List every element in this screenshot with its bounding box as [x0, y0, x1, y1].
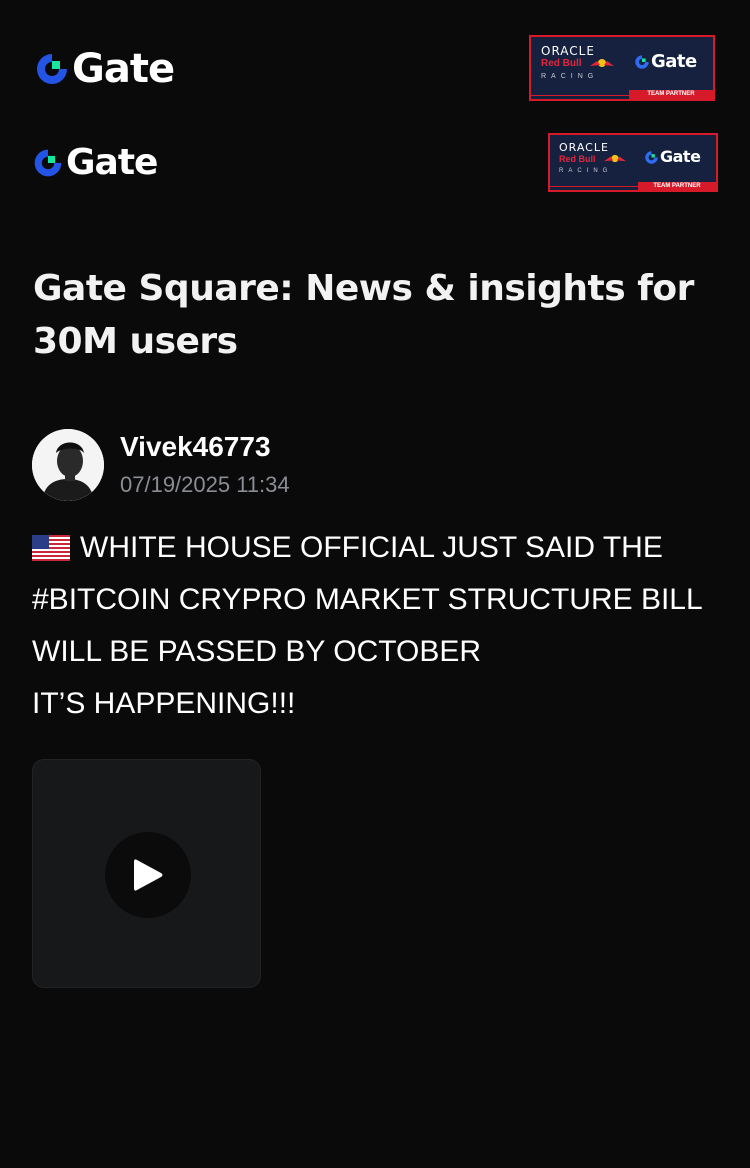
gate-logo-icon [34, 149, 62, 177]
partner-gate-text: Gate [660, 147, 701, 166]
red-bull-icon [604, 154, 626, 163]
post-body: WHITE HOUSE OFFICIAL JUST SAID THE #BITC… [32, 522, 732, 730]
post-line-1: WHITE HOUSE OFFICIAL JUST SAID THE [32, 522, 732, 574]
partner-gate-icon [645, 150, 658, 164]
partner-gate-icon [635, 55, 649, 69]
author-name[interactable]: Vivek46773 [120, 430, 290, 464]
post-text-line: IT’S HAPPENING!!! [32, 687, 296, 720]
partner-gate-logo: Gate [634, 53, 697, 71]
avatar[interactable] [32, 429, 104, 501]
gate-logo-text: Gate [72, 46, 175, 92]
post-text-line: WHITE HOUSE OFFICIAL JUST SAID THE [80, 531, 663, 564]
partner-gate-text: Gate [651, 51, 697, 72]
oracle-wordmark: ORACLE [559, 141, 609, 154]
video-thumbnail[interactable] [32, 759, 261, 988]
play-icon [134, 859, 163, 891]
post-text-line: WILL BE PASSED BY OCTOBER [32, 635, 482, 668]
red-bull-wordmark: Red Bull [541, 58, 582, 69]
gate-logo[interactable]: Gate [32, 142, 158, 183]
author-meta: Vivek46773 07/19/2025 11:34 [120, 430, 290, 500]
red-bull-wordmark: Red Bull [559, 154, 596, 164]
ribbon-line [550, 186, 640, 187]
team-partner-badge: ORACLE Red Bull RACING Gate TEAM PARTNER [529, 35, 715, 101]
post-line-4: IT’S HAPPENING!!! [32, 678, 732, 730]
oracle-wordmark: ORACLE [541, 44, 595, 58]
racing-wordmark: RACING [541, 73, 599, 80]
red-bull-icon [590, 59, 614, 67]
gate-logo[interactable]: Gate [34, 46, 175, 92]
post-timestamp: 07/19/2025 11:34 [120, 472, 290, 497]
page: Gate ORACLE Red Bull RACING Gate TEAM PA… [0, 0, 750, 1168]
post-line-2: #BITCOIN CRYPRO MARKET STRUCTURE BILL [32, 574, 732, 626]
partner-gate-logo: Gate [644, 147, 701, 166]
team-partner-badge: ORACLE Red Bull RACING Gate TEAM PARTNER [548, 133, 718, 192]
racing-wordmark: RACING [559, 168, 613, 174]
team-partner-ribbon: TEAM PARTNER [629, 90, 713, 99]
post-text-line: #BITCOIN CRYPRO MARKET STRUCTURE BILL [32, 583, 703, 616]
team-partner-ribbon: TEAM PARTNER [638, 182, 716, 190]
us-flag-icon [32, 535, 70, 561]
play-button[interactable] [105, 832, 191, 918]
post-line-3: WILL BE PASSED BY OCTOBER [32, 626, 732, 678]
post-author[interactable]: Vivek46773 07/19/2025 11:34 [32, 429, 290, 501]
avatar-image [32, 429, 104, 501]
gate-logo-icon [37, 54, 67, 84]
page-title: Gate Square: News & insights for 30M use… [33, 268, 694, 362]
ribbon-line [531, 95, 631, 96]
gate-logo-text: Gate [66, 142, 158, 183]
